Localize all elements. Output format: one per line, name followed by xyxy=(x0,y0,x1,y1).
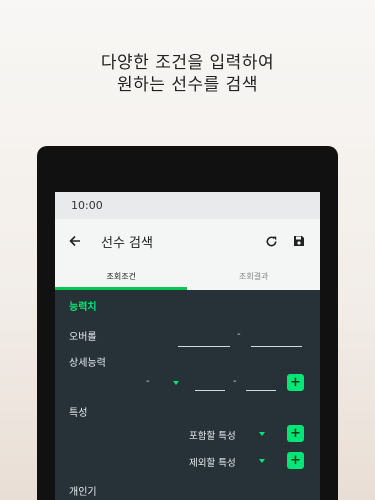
personal-skill-row: 개인기 xyxy=(69,478,306,498)
include-trait-row: 포함할 특성 + xyxy=(69,422,306,449)
page-title: 선수 검색 xyxy=(101,235,153,251)
app-bar: 선수 검색 xyxy=(55,219,320,263)
refresh-icon[interactable] xyxy=(262,232,280,250)
detail-max-input[interactable] xyxy=(246,390,276,391)
add-include-trait-button[interactable]: + xyxy=(287,425,304,442)
detail-ability-label: 상세능력 xyxy=(69,358,106,369)
promo-line-1: 다양한 조건을 입력하여 xyxy=(100,53,275,73)
overall-row: 오버롤 - xyxy=(69,324,306,348)
dropdown-arrow-icon[interactable] xyxy=(259,432,265,436)
detail-row: 상세능력 xyxy=(69,350,306,372)
add-exclude-trait-button[interactable]: + xyxy=(287,452,304,469)
tab-search-results[interactable]: 조회결과 xyxy=(188,263,321,290)
dropdown-arrow-icon[interactable] xyxy=(173,381,179,385)
tab-search-conditions[interactable]: 조회조건 xyxy=(55,263,188,290)
traits-label: 특성 xyxy=(69,408,88,419)
detail-ability-select[interactable]: - xyxy=(146,376,150,387)
dropdown-arrow-icon[interactable] xyxy=(259,459,265,463)
save-icon[interactable] xyxy=(290,232,308,250)
exclude-trait-row: 제외할 특성 + xyxy=(69,449,306,476)
status-time: 10:00 xyxy=(71,199,103,212)
section-ability-title: 능력치 xyxy=(69,301,97,313)
app-screen: 10:00 선수 검색 조회조건 조회결과 능력치 오버롤 - 상세능력 - -… xyxy=(55,192,320,500)
detail-controls-row: - - + xyxy=(69,372,306,396)
promo-line-2: 원하는 선수를 검색 xyxy=(117,75,258,95)
range-separator: - xyxy=(233,376,237,387)
promo-caption: 다양한 조건을 입력하여 원하는 선수를 검색 xyxy=(0,52,375,96)
detail-min-input[interactable] xyxy=(195,390,225,391)
tab-bar: 조회조건 조회결과 xyxy=(55,263,320,290)
overall-max-input[interactable] xyxy=(251,346,302,347)
overall-min-input[interactable] xyxy=(178,346,230,347)
personal-skill-label: 개인기 xyxy=(69,487,97,498)
overall-label: 오버롤 xyxy=(69,332,97,343)
add-detail-button[interactable]: + xyxy=(287,374,304,391)
exclude-trait-select[interactable]: 제외할 특성 xyxy=(189,455,236,469)
search-form: 능력치 오버롤 - 상세능력 - - + 특성 포함할 특성 + 제외할 특성 … xyxy=(55,290,320,498)
status-bar: 10:00 xyxy=(55,192,320,219)
range-separator: - xyxy=(237,329,241,340)
traits-row: 특성 xyxy=(69,398,306,422)
include-trait-select[interactable]: 포함할 특성 xyxy=(189,428,236,442)
arrow-left-icon[interactable] xyxy=(67,233,83,249)
